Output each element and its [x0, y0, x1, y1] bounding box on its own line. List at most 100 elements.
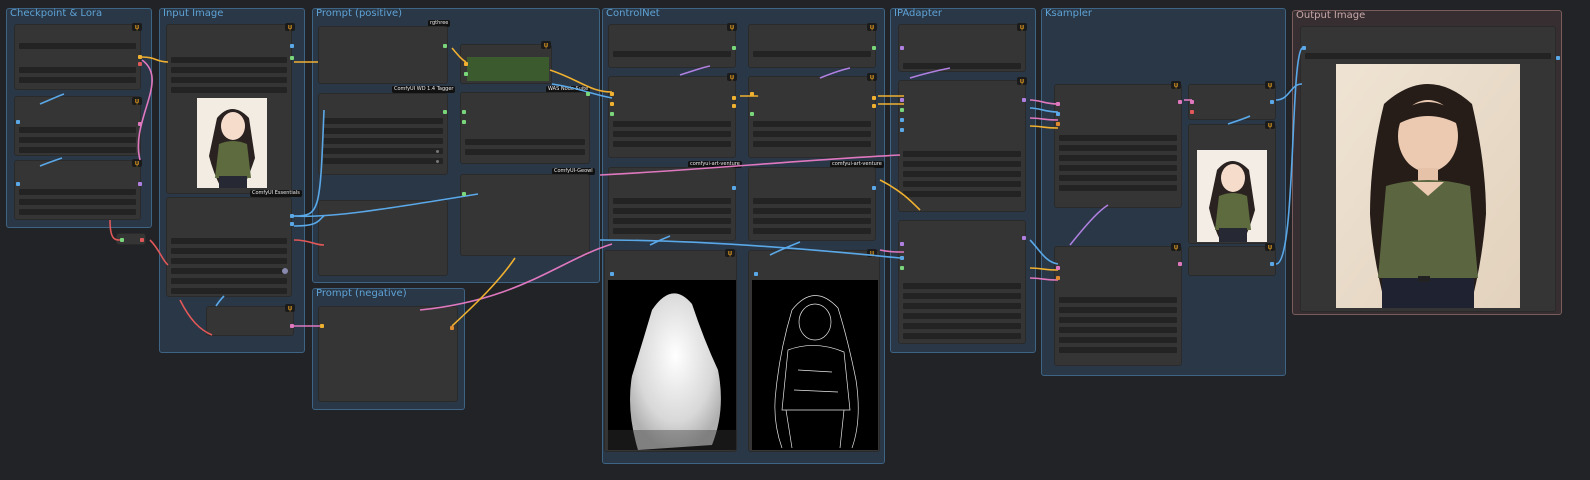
lineart-preprocessor-node[interactable] [748, 167, 876, 241]
node-badge-icon: ψ [727, 73, 737, 81]
output-port[interactable] [290, 222, 294, 226]
input-port[interactable] [750, 92, 754, 96]
ksampler-node-1[interactable]: ψ [1054, 81, 1182, 208]
output-port[interactable] [140, 238, 144, 242]
input-port[interactable] [1056, 266, 1060, 270]
group-title: Prompt (negative) [316, 288, 407, 299]
vae-decode-node-2[interactable]: ψ [1188, 243, 1276, 276]
node-pack-tag: ComfyUI Essentials [250, 190, 302, 197]
input-port[interactable] [610, 112, 614, 116]
input-port[interactable] [464, 72, 468, 76]
output-port[interactable] [872, 104, 876, 108]
input-port[interactable] [900, 108, 904, 112]
group-title: Prompt (positive) [316, 8, 403, 19]
geowl-node[interactable] [460, 174, 590, 256]
widget-knob[interactable] [436, 160, 439, 163]
input-port[interactable] [1056, 276, 1060, 280]
node-badge-icon: ψ [132, 23, 142, 31]
widget-knob[interactable] [282, 268, 288, 274]
input-port[interactable] [900, 118, 904, 122]
input-port[interactable] [120, 238, 124, 242]
input-port[interactable] [462, 120, 466, 124]
checkpoint-loader-node[interactable]: ψ [14, 23, 142, 90]
image-resize-node[interactable] [166, 197, 292, 297]
depth-preprocessor-node[interactable] [608, 167, 736, 241]
output-port[interactable] [443, 110, 447, 114]
output-port[interactable] [586, 92, 590, 96]
preview-image [1197, 150, 1267, 242]
output-port[interactable] [1178, 262, 1182, 266]
input-port[interactable] [1190, 110, 1194, 114]
output-port[interactable] [1270, 100, 1274, 104]
input-port[interactable] [1056, 122, 1060, 126]
output-port[interactable] [1022, 98, 1026, 102]
input-port[interactable] [1056, 102, 1060, 106]
node-badge-icon: ψ [867, 23, 877, 31]
was-text-node[interactable] [460, 92, 590, 164]
negative-prompt-node[interactable] [318, 306, 458, 402]
output-port[interactable] [872, 96, 876, 100]
input-port[interactable] [1056, 112, 1060, 116]
output-port[interactable] [290, 214, 294, 218]
output-port[interactable] [732, 96, 736, 100]
controlnet-loader-node-1[interactable]: ψ [608, 23, 737, 68]
ipadapter-loader-node[interactable]: ψ [898, 23, 1027, 72]
input-port[interactable] [462, 192, 466, 196]
output-port[interactable] [138, 55, 142, 59]
controlnet-apply-node-1[interactable]: ψ [608, 73, 737, 158]
output-port[interactable] [1556, 56, 1560, 60]
controlnet-apply-node-2[interactable]: ψ [748, 73, 877, 158]
input-port[interactable] [464, 62, 468, 66]
input-port[interactable] [610, 92, 614, 96]
node-badge-icon: ψ [1265, 243, 1275, 251]
text-prompt-node[interactable] [318, 26, 448, 84]
input-port[interactable] [1190, 100, 1194, 104]
output-port[interactable] [138, 62, 142, 66]
output-port[interactable] [443, 44, 447, 48]
text-concat-node[interactable] [318, 200, 448, 276]
ksampler-node-2[interactable]: ψ [1054, 243, 1182, 366]
output-port[interactable] [732, 104, 736, 108]
image-size-node[interactable]: ψ [206, 304, 295, 336]
wd14-tagger-node[interactable] [318, 93, 448, 175]
output-port[interactable] [1178, 100, 1182, 104]
input-port[interactable] [900, 242, 904, 246]
input-port[interactable] [750, 112, 754, 116]
input-port[interactable] [610, 272, 614, 276]
output-port[interactable] [732, 186, 736, 190]
input-port[interactable] [320, 324, 324, 328]
input-port[interactable] [900, 128, 904, 132]
vae-decode-node-1[interactable]: ψ [1188, 81, 1276, 120]
output-port[interactable] [450, 326, 454, 330]
input-port[interactable] [900, 266, 904, 270]
input-port[interactable] [754, 272, 758, 276]
ipadapter-apply-node[interactable]: ψ [898, 77, 1027, 212]
output-port[interactable] [138, 182, 142, 186]
photo-girl-image [1336, 64, 1520, 308]
input-port[interactable] [16, 120, 20, 124]
input-port[interactable] [1302, 46, 1306, 50]
output-port[interactable] [290, 44, 294, 48]
input-port[interactable] [462, 110, 466, 114]
input-port[interactable] [900, 98, 904, 102]
lora-loader-node-2[interactable]: ψ [14, 159, 142, 220]
output-port[interactable] [872, 186, 876, 190]
color-text-node[interactable]: ψ [460, 41, 552, 84]
output-port[interactable] [290, 56, 294, 60]
input-port[interactable] [900, 46, 904, 50]
ipadapter-advanced-node[interactable] [898, 220, 1026, 344]
output-port[interactable] [1022, 236, 1026, 240]
output-port[interactable] [138, 122, 142, 126]
input-port[interactable] [900, 256, 904, 260]
output-port[interactable] [732, 46, 736, 50]
input-port[interactable] [16, 182, 20, 186]
lora-loader-node-1[interactable]: ψ [14, 96, 142, 156]
node-graph-canvas[interactable]: Checkpoint & Lora ψ ψ ψ Input Image ψ Co… [0, 0, 1590, 480]
output-port[interactable] [872, 46, 876, 50]
widget-knob[interactable] [436, 150, 439, 153]
node-badge-icon: ψ [1265, 121, 1275, 129]
output-port[interactable] [1270, 262, 1274, 266]
input-port[interactable] [610, 102, 614, 106]
output-port[interactable] [290, 324, 294, 328]
controlnet-loader-node-2[interactable]: ψ [748, 23, 877, 68]
